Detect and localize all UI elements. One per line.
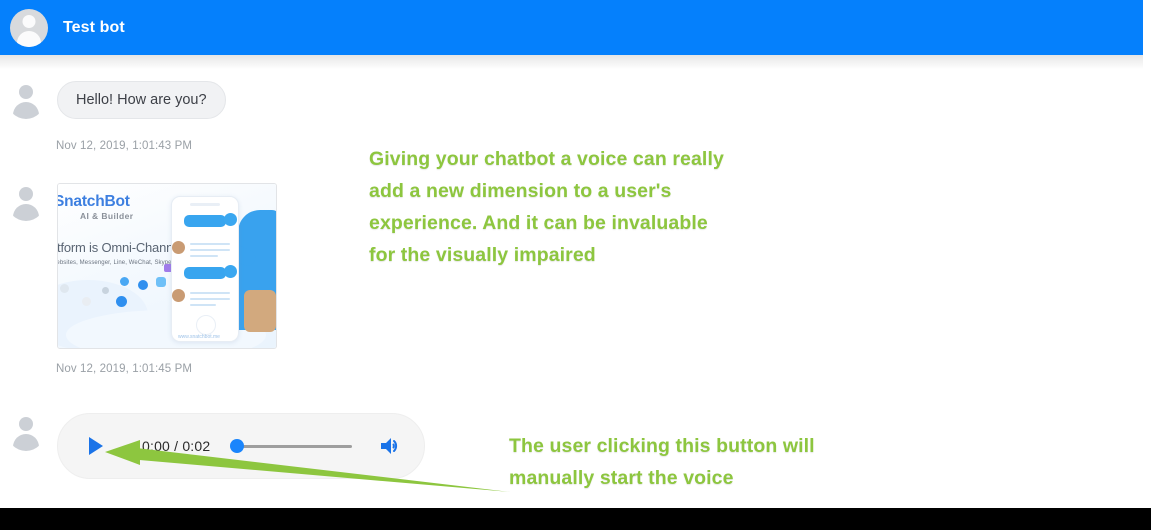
chat-line (190, 243, 230, 245)
avatar-body-shape (13, 434, 39, 451)
phone-mockup (171, 196, 239, 342)
page-title: Test bot (63, 18, 125, 36)
channel-icon (120, 277, 129, 286)
promo-subtitle: AI & Builder (80, 211, 134, 221)
avatar-head-shape (19, 417, 33, 431)
avatar-body-shape (17, 30, 41, 47)
chat-avatar-bot (224, 265, 237, 278)
avatar-head-shape (19, 85, 33, 99)
message-row-image: SnatchBot AI & Builder atform is Omni-Ch… (0, 183, 277, 349)
chat-avatar-user (172, 289, 185, 302)
phone-notch (190, 203, 220, 206)
bottom-black-bar (0, 508, 1151, 530)
promo-headline: atform is Omni-Channel (58, 240, 183, 255)
chat-line (190, 255, 218, 257)
channel-icon (116, 296, 127, 307)
promo-graphic: SnatchBot AI & Builder atform is Omni-Ch… (58, 184, 276, 348)
channel-icon (102, 287, 109, 294)
bot-avatar (7, 413, 45, 451)
message-bubble: Hello! How are you? (57, 81, 226, 119)
chat-avatar-bot (224, 213, 237, 226)
chat-line (190, 304, 216, 306)
chat-line (190, 298, 230, 300)
person-illustration (220, 210, 276, 332)
phone-home-button (196, 315, 216, 335)
chat-line (190, 292, 230, 294)
slider-track (236, 444, 352, 448)
message-row-audio: 0:00 / 0:02 (0, 413, 425, 479)
message-row-text: Hello! How are you? (0, 81, 226, 119)
avatar-body-shape (13, 102, 39, 119)
channel-icon (156, 277, 166, 287)
slider-thumb[interactable] (230, 439, 245, 453)
channel-icon (82, 297, 91, 306)
audio-player: 0:00 / 0:02 (57, 413, 425, 479)
header-avatar (10, 8, 48, 47)
chat-avatar-user (172, 241, 185, 254)
bot-avatar (7, 183, 45, 221)
play-icon[interactable] (88, 437, 104, 455)
chat-bubble-outgoing (184, 267, 226, 279)
promo-title: SnatchBot (58, 193, 130, 210)
audio-progress-slider[interactable] (230, 438, 352, 454)
annotation-text-voice-benefit: Giving your chatbot a voice can really a… (369, 148, 724, 266)
avatar-head-shape (22, 14, 36, 28)
chat-bubble-outgoing (184, 215, 226, 227)
bot-avatar (7, 81, 45, 119)
volume-icon[interactable] (380, 436, 402, 456)
chat-line (190, 249, 230, 251)
person-leg-shape (244, 290, 276, 332)
avatar-body-shape (13, 204, 39, 221)
message-timestamp: Nov 12, 2019, 1:01:45 PM (56, 363, 193, 375)
promo-url: www.snatchbot.me (178, 334, 220, 340)
message-timestamp: Nov 12, 2019, 1:01:43 PM (56, 140, 193, 152)
channel-icon (60, 284, 69, 293)
avatar-head-shape (19, 187, 33, 201)
chat-header: Test bot (0, 0, 1143, 69)
channel-icon (138, 280, 148, 290)
annotation-text-play-button: The user clicking this button will manua… (509, 435, 815, 489)
message-image-card[interactable]: SnatchBot AI & Builder atform is Omni-Ch… (57, 183, 277, 349)
audio-time-display: 0:00 / 0:02 (142, 438, 211, 454)
